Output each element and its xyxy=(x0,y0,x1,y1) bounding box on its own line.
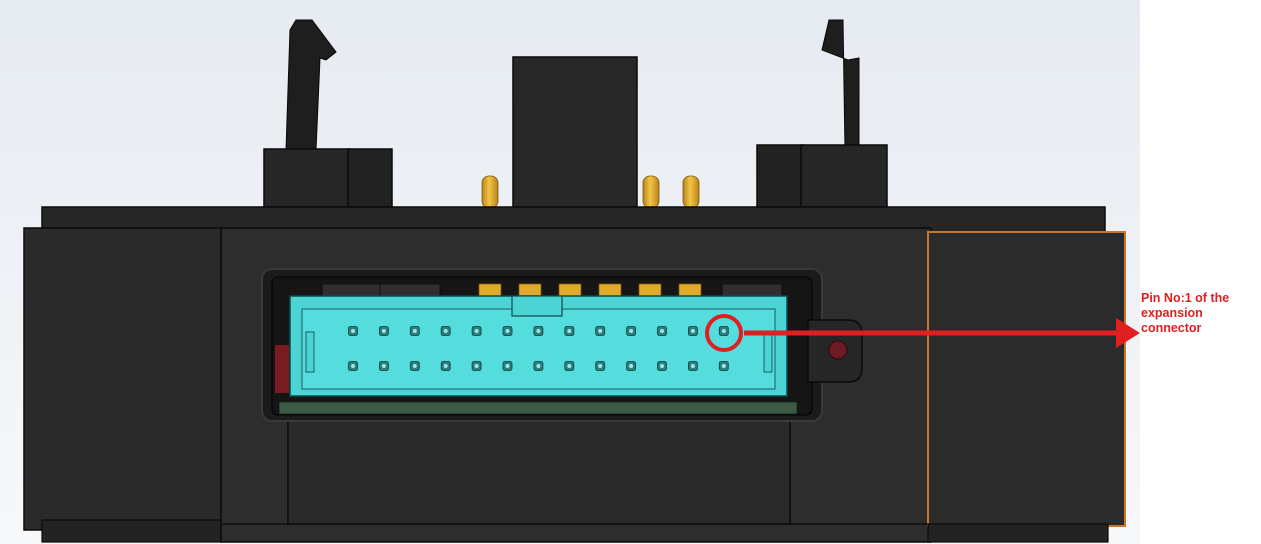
connector-pin xyxy=(409,326,420,336)
connector-pin xyxy=(502,361,513,371)
connector-pin xyxy=(595,361,606,371)
callout-line-3: connector xyxy=(1141,321,1202,335)
connector-pin xyxy=(533,326,544,336)
pin-1-callout-label: Pin No:1 of the expansion connector xyxy=(1141,291,1259,336)
connector-pin xyxy=(440,361,451,371)
connector-pin xyxy=(626,326,636,336)
connector-pin xyxy=(502,326,513,336)
connector-pin xyxy=(564,326,575,336)
connector-pin xyxy=(657,326,667,336)
connector-pin xyxy=(626,361,636,371)
connector-pin xyxy=(533,361,544,371)
right-end-cap xyxy=(927,231,1126,543)
connector-pin xyxy=(378,326,389,336)
connector-pin xyxy=(348,326,358,336)
connector-pin xyxy=(564,361,575,371)
connector-pin xyxy=(688,361,698,371)
connector-pin xyxy=(409,361,420,371)
callout-line-2: expansion xyxy=(1141,306,1203,320)
connector-pin xyxy=(595,326,606,336)
callout-line-1: Pin No:1 of the xyxy=(1141,291,1230,305)
connector-pin xyxy=(440,326,451,336)
connector-pin xyxy=(471,361,482,371)
center-post xyxy=(512,56,638,208)
device-side-view xyxy=(0,0,1261,544)
connector-pin xyxy=(378,361,389,371)
left-end-cap xyxy=(23,227,223,543)
connector-pin xyxy=(657,361,667,371)
connector-pin xyxy=(718,326,729,336)
side-tab xyxy=(807,319,863,383)
connector-pin xyxy=(348,361,358,371)
connector-pin xyxy=(718,361,729,371)
connector-pin xyxy=(688,326,698,336)
background-right xyxy=(1140,0,1261,544)
connector-pin xyxy=(471,326,482,336)
